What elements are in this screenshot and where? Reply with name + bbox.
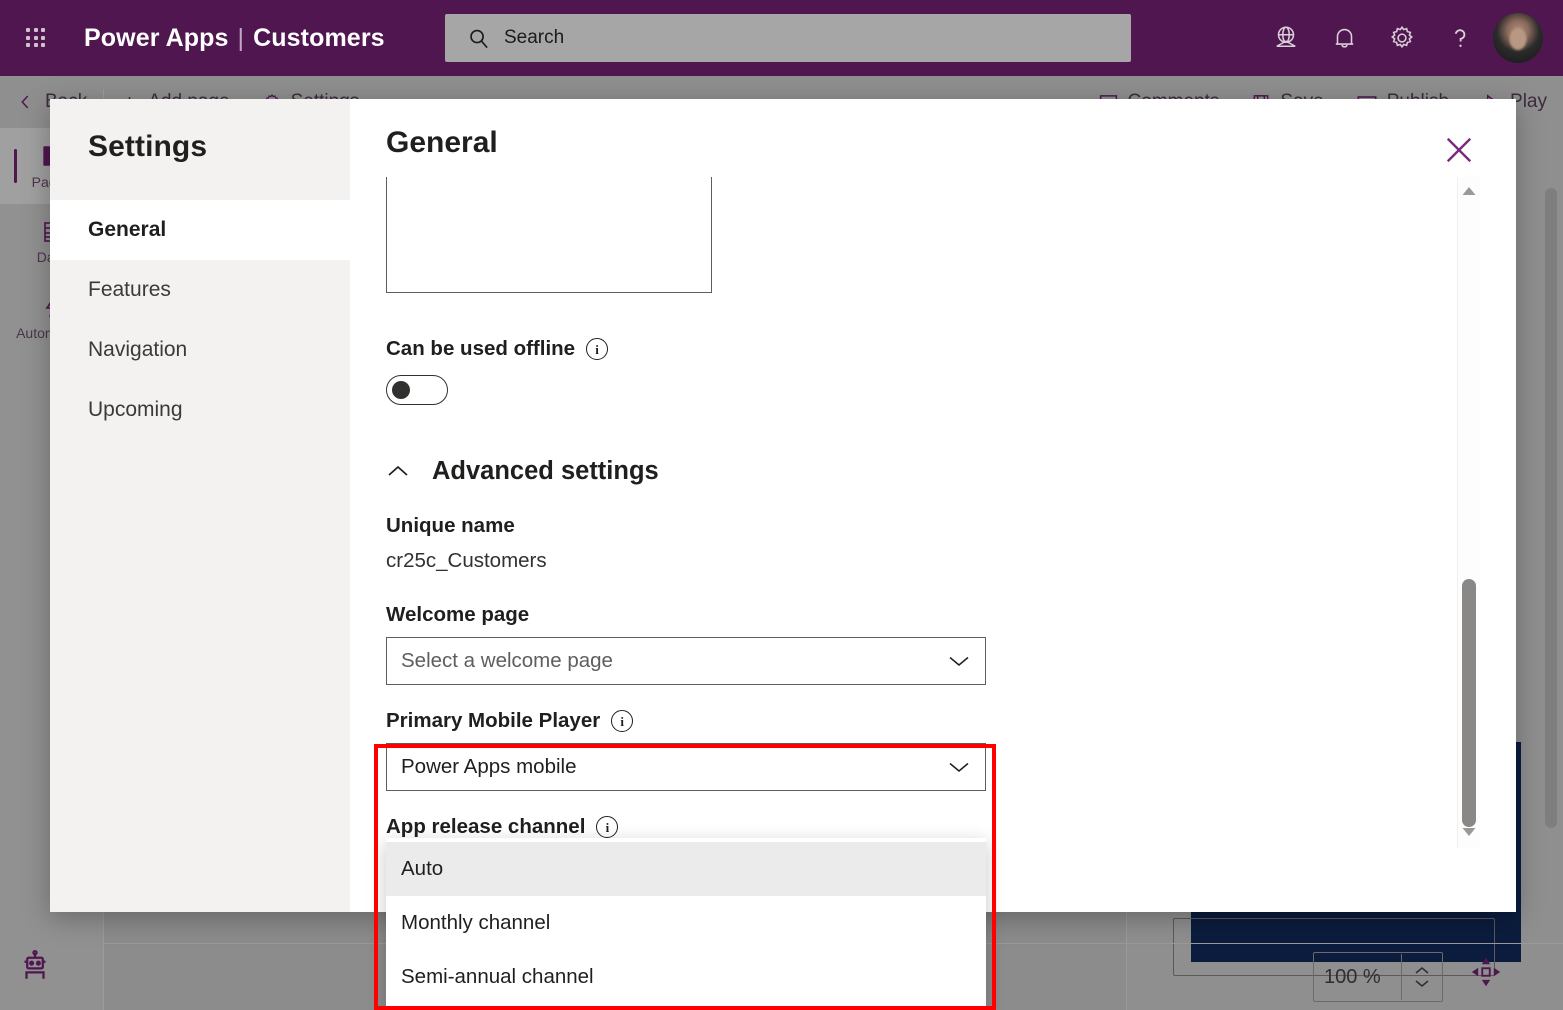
nav-item-features[interactable]: Features: [50, 260, 350, 320]
gear-icon[interactable]: [1373, 9, 1431, 67]
offline-toggle-knob: [392, 381, 410, 399]
app-release-channel-label: App release channel: [386, 815, 585, 839]
offline-label-row: Can be used offline i: [386, 337, 1420, 361]
search-placeholder: Search: [504, 27, 564, 49]
option-semi-annual-channel[interactable]: Semi-annual channel: [386, 950, 986, 1004]
chevron-down-icon[interactable]: [1414, 978, 1430, 988]
unique-name-label: Unique name: [386, 514, 1420, 538]
option-semi-annual-channel-label: Semi-annual channel: [401, 965, 594, 989]
primary-mobile-player-label: Primary Mobile Player: [386, 709, 600, 733]
settings-dialog: Settings General Features Navigation Upc…: [50, 99, 1516, 912]
settings-scrollbar[interactable]: [1457, 177, 1480, 848]
page-title: General: [386, 126, 498, 160]
properties-panel-scrollbar[interactable]: [1545, 188, 1557, 828]
nav-item-navigation[interactable]: Navigation: [50, 320, 350, 380]
option-monthly-channel-label: Monthly channel: [401, 911, 550, 935]
search-input[interactable]: Search: [445, 14, 1131, 62]
advanced-settings-accordion[interactable]: Advanced settings: [386, 457, 1420, 486]
option-auto[interactable]: Auto: [386, 842, 986, 896]
search-icon: [467, 27, 490, 50]
welcome-page-dropdown[interactable]: Select a welcome page: [386, 637, 986, 685]
option-auto-label: Auto: [401, 857, 443, 881]
bell-icon[interactable]: [1315, 9, 1373, 67]
advanced-settings-label: Advanced settings: [432, 457, 659, 486]
settings-content: Can be used offline i Advanced settings …: [386, 177, 1420, 912]
dialog-title: Settings: [50, 99, 350, 164]
waffle-icon: [26, 28, 46, 48]
settings-scrollbar-thumb[interactable]: [1462, 579, 1476, 827]
info-icon[interactable]: i: [596, 816, 618, 838]
chevron-up-icon[interactable]: [1414, 966, 1430, 976]
description-textarea[interactable]: [386, 177, 712, 293]
nav-item-navigation-label: Navigation: [88, 338, 187, 362]
welcome-page-placeholder: Select a welcome page: [401, 649, 613, 673]
primary-mobile-player-value: Power Apps mobile: [401, 755, 576, 779]
zoom-stepper-buttons[interactable]: [1401, 954, 1442, 1000]
chevron-down-icon: [948, 654, 970, 668]
zoom-value: 100 %: [1314, 966, 1401, 989]
app-launcher-button[interactable]: [14, 16, 58, 60]
option-monthly-channel[interactable]: Monthly channel: [386, 896, 986, 950]
app-release-channel-options: Auto Monthly channel Semi-annual channel: [386, 838, 986, 1010]
scroll-up-arrow-icon[interactable]: [1462, 183, 1477, 201]
app-release-channel-label-row: App release channel i: [386, 815, 1420, 839]
offline-toggle[interactable]: [386, 375, 448, 405]
help-icon[interactable]: [1431, 9, 1489, 67]
nav-item-upcoming-label: Upcoming: [88, 398, 183, 422]
chevron-down-icon: [948, 760, 970, 774]
nav-item-upcoming[interactable]: Upcoming: [50, 380, 350, 440]
robot-icon[interactable]: [18, 949, 52, 988]
zoom-stepper[interactable]: 100 %: [1313, 952, 1443, 1002]
info-icon[interactable]: i: [586, 338, 608, 360]
brand-title[interactable]: Power Apps | Customers: [84, 24, 385, 53]
suite-actions: [1257, 0, 1555, 76]
primary-mobile-player-dropdown[interactable]: Power Apps mobile: [386, 743, 986, 791]
fit-to-screen-icon[interactable]: [1471, 957, 1501, 992]
chevron-up-icon: [386, 464, 410, 479]
offline-label: Can be used offline: [386, 337, 575, 361]
settings-nav: Settings General Features Navigation Upc…: [50, 99, 350, 912]
scroll-down-arrow-icon[interactable]: [1462, 824, 1477, 842]
settings-nav-list: General Features Navigation Upcoming: [50, 200, 350, 440]
avatar[interactable]: [1493, 13, 1543, 63]
suite-header: Power Apps | Customers Search: [0, 0, 1563, 76]
nav-item-features-label: Features: [88, 278, 171, 302]
nav-item-general-label: General: [88, 218, 166, 242]
product-name: Power Apps: [84, 24, 229, 52]
app-name: Customers: [253, 24, 385, 52]
primary-mobile-player-label-row: Primary Mobile Player i: [386, 709, 1420, 733]
environment-icon[interactable]: [1257, 9, 1315, 67]
info-icon[interactable]: i: [611, 710, 633, 732]
brand-separator: |: [238, 24, 245, 52]
welcome-page-label: Welcome page: [386, 603, 1420, 627]
settings-body: General Can be used offline i Advanced s…: [350, 99, 1516, 912]
unique-name-value: cr25c_Customers: [386, 549, 1420, 573]
nav-item-general[interactable]: General: [50, 200, 350, 260]
close-icon[interactable]: [1436, 127, 1482, 173]
